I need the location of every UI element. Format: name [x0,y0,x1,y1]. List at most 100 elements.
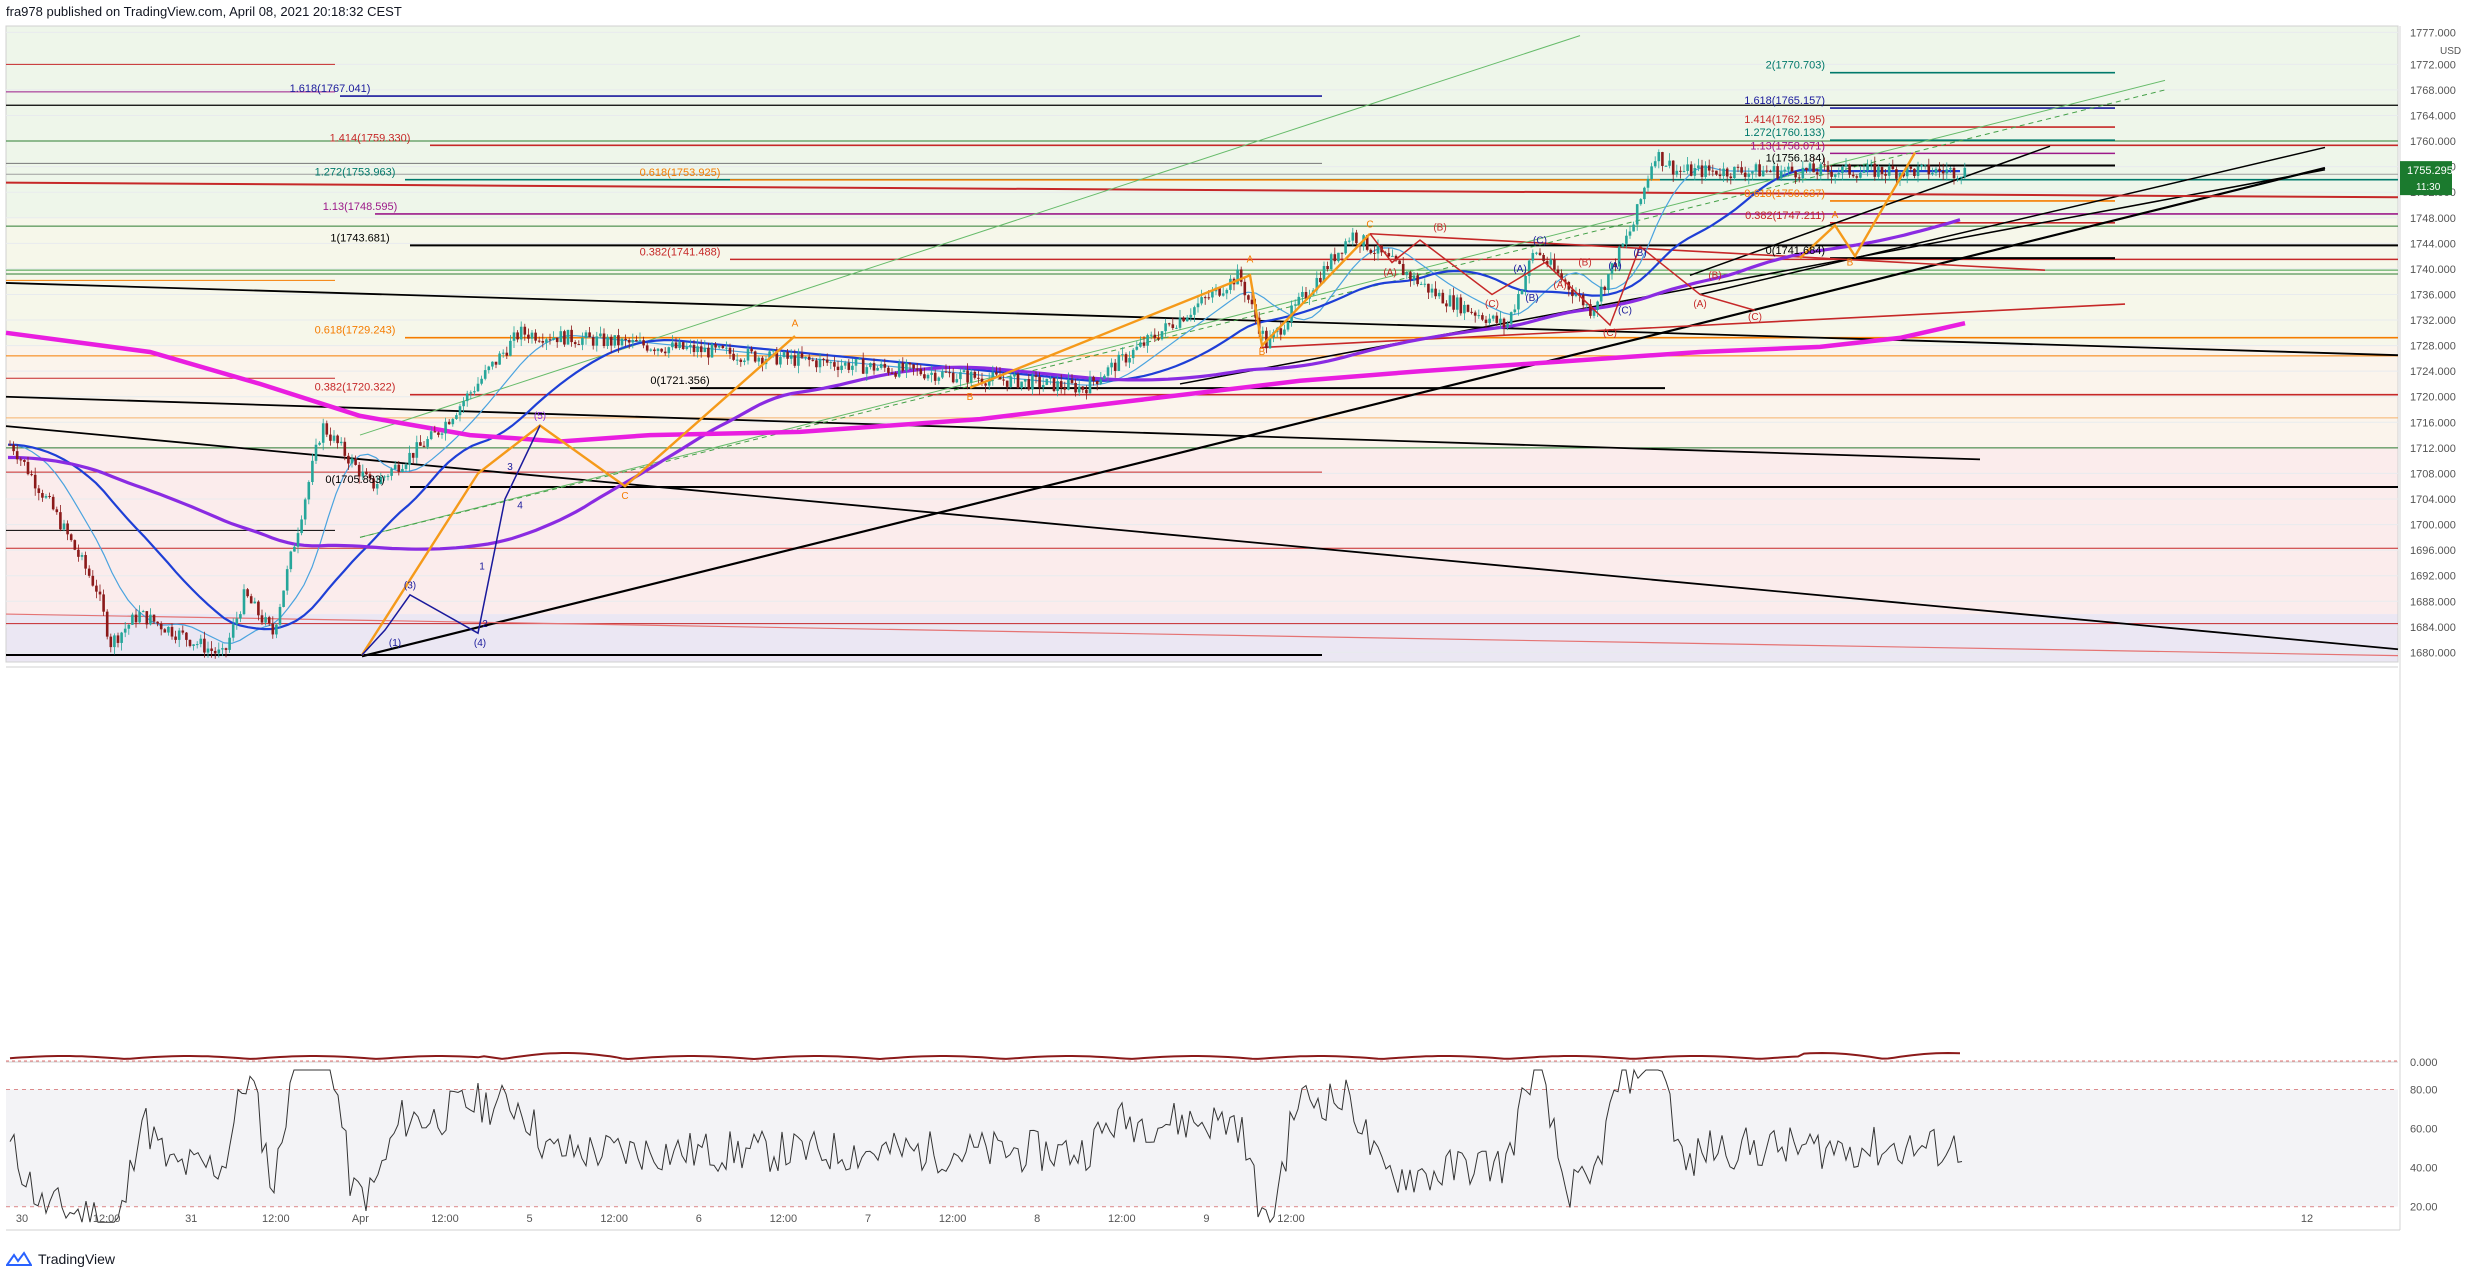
candle-body [1671,160,1675,175]
candle-body [1761,170,1765,177]
candle-body [948,372,951,374]
candle-body [1466,304,1470,312]
candle-body [1855,176,1859,178]
candle-body [303,499,307,520]
candle-body [285,569,289,591]
candle-body [1149,334,1153,336]
candle-body [872,363,876,371]
candle-body [1106,367,1110,376]
candle-body [1787,166,1790,170]
candle-body [1430,288,1434,293]
x-tick-label: Apr [352,1213,369,1225]
y-tick-label: 1728.000 [2410,341,2456,353]
candle-body [714,344,717,348]
candle-body [1171,324,1175,328]
candle-body [1002,379,1005,381]
candle-body [221,648,224,650]
candle-body [1740,167,1743,173]
candle-body [537,340,541,342]
wave-label: A [792,318,799,329]
candle-body [894,372,897,377]
candle-body [613,335,617,346]
candle-body [1034,375,1038,377]
price-chart[interactable]: (1)(3)(4)(5)1234ABCABCAB(A)(B)(C)(A)(B)(… [0,0,2468,1274]
candle-body [188,639,192,646]
candle-body [552,337,555,340]
candle-body [408,452,411,465]
candle-body [1772,166,1776,172]
candle-body [1347,240,1351,242]
indicator1-tick: 0.000 [2410,1057,2438,1069]
candle-body [224,648,228,650]
candle-body [876,367,879,371]
fib-label: 0(1705.883) [325,474,384,486]
candle-body [37,488,41,494]
candle-body [653,349,656,352]
candle-body [177,630,181,640]
candle-body [501,352,505,354]
candle-body [1124,354,1128,363]
candle-body [1193,307,1196,315]
y-tick-label: 1768.000 [2410,85,2456,97]
candle-body [1473,312,1477,316]
candle-body [1502,318,1506,328]
candle-body [437,432,440,435]
candle-body [519,326,523,340]
candle-body [1005,380,1009,387]
candle-body [228,637,231,650]
candle-body [491,361,494,367]
candle-body [105,611,109,637]
candle-body [1070,379,1074,383]
candle-body [397,464,401,472]
candle-body [134,614,138,623]
candle-body [739,359,743,362]
candle-body [861,358,865,374]
candle-body [271,623,275,635]
candle-body [1412,275,1416,280]
candle-body [213,650,217,654]
candle-body [1391,255,1394,257]
wave-label: (B) [1433,223,1446,234]
candle-body [800,353,804,358]
candle-body [1286,321,1290,330]
candle-body [156,621,159,624]
candle-body [1484,319,1488,323]
candle-body [1398,260,1401,264]
fib-label: 1(1743.681) [330,232,389,244]
x-tick-label: 12:00 [262,1213,290,1225]
wave-label: (3) [404,580,416,591]
candle-body [1470,311,1473,313]
wave-label: (5) [534,411,546,422]
candle-body [890,372,894,374]
candle-body [1916,166,1920,177]
candle-body [1531,252,1535,261]
candle-body [1016,373,1020,388]
fib-label: 1.618(1767.041) [290,83,371,95]
candle-body [1074,382,1077,393]
candle-body [1895,169,1898,179]
candle-body [1153,334,1157,339]
wave-label: (B) [1633,248,1646,259]
candle-body [26,461,30,475]
rsi-tick: 60.00 [2410,1124,2438,1136]
y-tick-label: 1772.000 [2410,59,2456,71]
candle-body [1542,254,1545,262]
tradingview-logo-icon[interactable] [6,1251,32,1267]
candle-body [242,589,246,615]
candle-body [1419,283,1423,285]
candle-body [1167,323,1171,325]
candle-body [1207,297,1211,299]
candle-body [847,362,851,370]
candle-body [570,329,573,343]
candle-body [210,648,213,651]
wave-label: A [1832,210,1839,221]
candle-body [494,361,498,365]
candle-body [1477,315,1481,317]
candle-body [1841,166,1844,174]
candle-body [1131,349,1135,359]
candle-body [786,352,789,359]
candle-body [1225,289,1229,294]
candle-body [1211,291,1214,298]
candle-body [660,348,663,352]
candle-body [937,377,941,381]
